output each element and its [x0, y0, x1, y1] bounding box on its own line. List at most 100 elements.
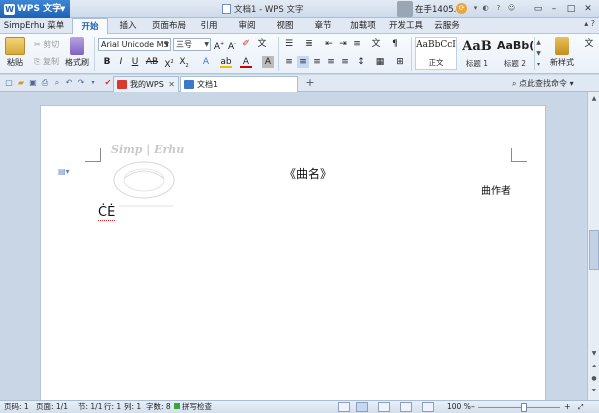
open-icon[interactable]: ▰ [16, 78, 26, 88]
align-center-icon[interactable]: ≡ [297, 56, 309, 68]
numbered-list-icon[interactable]: ≣ [303, 38, 315, 50]
score-title[interactable]: 《曲名》 [284, 165, 332, 182]
add-tab-button[interactable]: + [305, 77, 315, 88]
minimize-button[interactable]: – [545, 2, 563, 16]
close-icon[interactable]: ✕ [168, 77, 175, 92]
print-icon[interactable]: ⎙ [40, 78, 50, 88]
new-icon[interactable]: ▢ [4, 78, 14, 88]
maximize-button[interactable]: □ [562, 2, 580, 16]
view-outline-icon[interactable] [378, 402, 390, 412]
format-painter-button[interactable]: 格式刷 [64, 37, 90, 68]
spell-check-toggle[interactable]: 拼写检查 [174, 401, 212, 413]
phonetic-icon[interactable]: 文 [256, 38, 268, 50]
help-icon[interactable]: ? [493, 3, 504, 14]
zoom-out-button[interactable]: – [471, 401, 475, 413]
paste-button[interactable]: 粘贴 [4, 37, 26, 68]
composer[interactable]: 曲作者 [481, 182, 511, 197]
sync-icon[interactable]: ⟳ [456, 3, 467, 14]
show-marks-icon[interactable]: ¶ [389, 38, 401, 50]
style-normal[interactable]: AaBbCcI 正文 [415, 37, 457, 70]
font-size-select[interactable]: 三号 ▼ [173, 38, 211, 51]
zoom-slider-thumb[interactable] [521, 403, 527, 412]
zoom-level[interactable]: 100 % [447, 401, 471, 413]
view-page-icon[interactable] [356, 402, 368, 412]
print-preview-icon[interactable]: ⌕ [52, 78, 62, 88]
document-map-icon[interactable]: ▤▾ [58, 167, 70, 177]
align-right-icon[interactable]: ≡ [311, 56, 323, 68]
style-heading-2[interactable]: AaBb( 标题 2 [497, 37, 533, 70]
scroll-thumb[interactable] [589, 230, 599, 270]
justify-icon[interactable]: ≡ [325, 56, 337, 68]
close-button[interactable]: ✕ [579, 2, 597, 16]
next-page-icon[interactable]: ⏷ [589, 386, 599, 395]
view-full-screen-icon[interactable] [338, 402, 350, 412]
tab-developer[interactable]: 开发工具 [386, 18, 426, 34]
asian-layout-icon[interactable]: 文 [370, 38, 382, 50]
shrink-font-icon[interactable]: A- [226, 38, 238, 52]
font-name-select[interactable]: Arial Unicode MS ▼ [98, 38, 171, 51]
status-pages[interactable]: 页面: 1/1 [36, 401, 68, 413]
tab-review[interactable]: 审阅 [232, 18, 262, 34]
border-icon[interactable]: ⊞ [394, 56, 406, 68]
sort-icon[interactable]: ≡ [351, 38, 363, 50]
text-tools-icon[interactable]: 文 [582, 38, 596, 50]
body-text[interactable]: ĊĖ [98, 205, 116, 221]
zoom-slider-track[interactable] [478, 407, 560, 408]
underline-button[interactable]: U [129, 56, 141, 68]
style-heading-1[interactable]: AaB 标题 1 [458, 37, 496, 70]
tab-references[interactable]: 引用 [194, 18, 224, 34]
subscript-button[interactable]: X2 [178, 56, 190, 69]
tab-chapter[interactable]: 章节 [308, 18, 338, 34]
tab-page-layout[interactable]: 页面布局 [148, 18, 190, 34]
ribbon-options[interactable]: ▴ ? [584, 19, 595, 28]
tab-view[interactable]: 视图 [270, 18, 300, 34]
fit-window-icon[interactable]: ⤢ [578, 401, 584, 413]
bullet-list-icon[interactable]: ☰ [283, 38, 295, 50]
text-effect-icon[interactable]: A [200, 56, 212, 68]
cut-button[interactable]: ✂ 剪切 [34, 39, 59, 50]
feedback-icon[interactable]: ☺ [506, 3, 517, 14]
style-gallery-scroll[interactable]: ▲ ▼ ▾ [534, 37, 542, 70]
prev-page-icon[interactable]: ⏶ [589, 362, 599, 371]
decrease-indent-icon[interactable]: ⇤ [323, 38, 335, 50]
customize-icon[interactable]: ▾ [88, 78, 98, 88]
align-left-icon[interactable]: ≡ [283, 56, 295, 68]
scroll-up-icon[interactable]: ▲ [589, 94, 599, 103]
increase-indent-icon[interactable]: ⇥ [337, 38, 349, 50]
undo-icon[interactable]: ↶ [64, 78, 74, 88]
superscript-button[interactable]: X2 [163, 56, 175, 70]
view-web-icon[interactable] [400, 402, 412, 412]
status-word-count[interactable]: 字数: 8 [146, 401, 171, 413]
tab-home[interactable]: 开始 [72, 18, 108, 35]
tab-my-wps[interactable]: 我的WPS ✕ [113, 76, 179, 92]
scroll-down-icon[interactable]: ▼ [589, 349, 599, 358]
vertical-scrollbar[interactable]: ▲ ▼ ⏶ ● ⏷ [587, 92, 599, 400]
skin-icon[interactable]: ◐ [480, 3, 491, 14]
command-search[interactable]: ⌕ 点此查找命令 ▾ [512, 78, 574, 89]
bold-button[interactable]: B [101, 56, 113, 68]
line-spacing-icon[interactable]: ↕ [355, 56, 367, 68]
document-page[interactable]: ▤▾ Simp | Erhu 《曲名》 曲作者 ĊĖ [40, 105, 546, 401]
user-name[interactable]: 在手1405... [415, 3, 462, 15]
tab-document1[interactable]: 文档1 [180, 76, 298, 92]
tab-addins[interactable]: 加载项 [345, 18, 381, 34]
shading-icon[interactable]: ▦ [374, 56, 386, 68]
copy-button[interactable]: ⎘ 复制 [34, 56, 59, 67]
tab-simperhu-menu[interactable]: SimpErhu 菜单 [2, 18, 66, 34]
pin-icon[interactable]: ✔ [103, 78, 113, 88]
new-style-button[interactable]: 新样式 [547, 37, 577, 68]
avatar[interactable] [397, 1, 413, 17]
status-column[interactable]: 列: 1 [124, 401, 141, 413]
app-menu-button[interactable]: W WPS 文字 ▼ [0, 0, 70, 18]
save-icon[interactable]: ▣ [28, 78, 38, 88]
clear-format-icon[interactable]: ✐ [240, 38, 252, 50]
status-row[interactable]: 行: 1 [104, 401, 121, 413]
tab-insert[interactable]: 插入 [112, 18, 144, 34]
zoom-in-button[interactable]: + [564, 401, 571, 413]
status-page-number[interactable]: 页码: 1 [4, 401, 29, 413]
select-browse-icon[interactable]: ● [589, 374, 599, 383]
strikethrough-button[interactable]: AB [143, 56, 161, 68]
italic-button[interactable]: I [115, 56, 127, 68]
highlight-icon[interactable]: ab [220, 56, 232, 68]
grow-font-icon[interactable]: A+ [213, 38, 225, 52]
